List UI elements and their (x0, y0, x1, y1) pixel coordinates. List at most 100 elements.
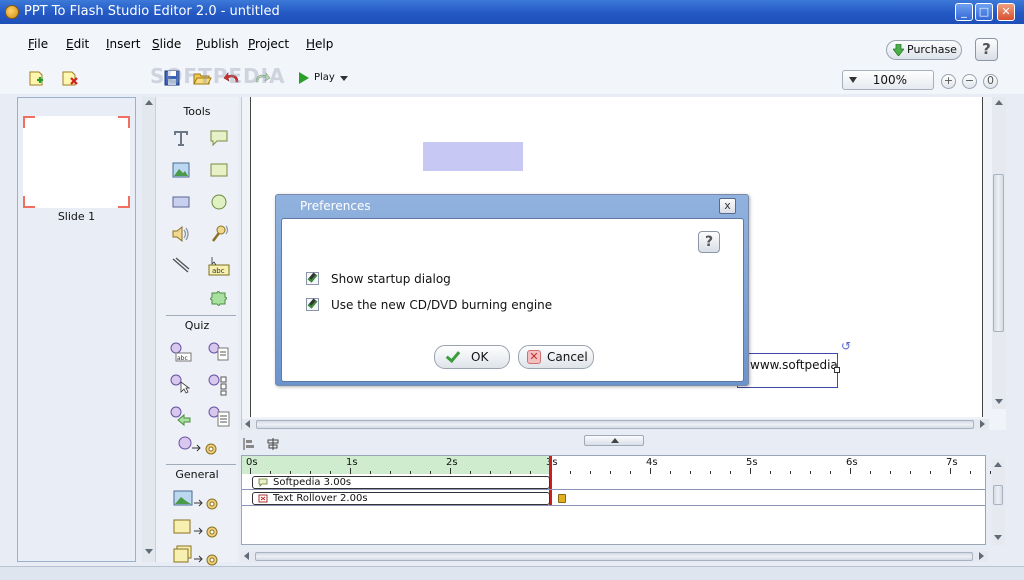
play-button[interactable]: Play (298, 69, 354, 87)
rectangle-shape[interactable] (423, 142, 523, 171)
close-button[interactable]: ✕ (997, 3, 1015, 21)
lock-icon[interactable] (558, 494, 566, 503)
menu-edit[interactable]: Edit (66, 37, 89, 51)
scroll-down-icon[interactable] (145, 549, 153, 554)
line-tool-icon[interactable] (170, 255, 192, 277)
menu-publish[interactable]: Publish (196, 37, 239, 51)
minimize-button[interactable]: _ (955, 3, 973, 21)
timeline-horizontal-scrollbar[interactable] (241, 551, 988, 562)
text-object[interactable]: www.softpedia.com (737, 353, 838, 388)
ruler-tick (950, 468, 951, 474)
delete-slide-icon[interactable] (60, 68, 80, 88)
quiz-click-icon[interactable] (170, 374, 192, 396)
image-tool-icon[interactable] (170, 159, 192, 181)
track-bar-softpedia[interactable]: Softpedia 3.00s (252, 476, 550, 489)
track-bar-text-rollover[interactable]: Text Rollover 2.00s (252, 492, 550, 505)
rotate-icon[interactable]: ↺ (841, 340, 853, 352)
scroll-down-icon[interactable] (994, 535, 1002, 540)
dialog-help-button[interactable]: ? (698, 231, 720, 253)
ellipse-tool-icon[interactable] (208, 191, 230, 213)
scroll-up-icon[interactable] (145, 100, 153, 105)
scroll-left-icon[interactable] (245, 420, 250, 428)
ruler-tick (810, 471, 811, 474)
quiz-essay-icon[interactable] (208, 406, 230, 428)
zoom-select[interactable]: 100% (842, 70, 934, 90)
ruler-tick (890, 471, 891, 474)
ruler-tick (930, 471, 931, 474)
chevron-up-icon (611, 438, 619, 443)
slide-settings-icon[interactable] (172, 517, 222, 539)
quiz-matching-icon[interactable] (208, 342, 230, 364)
startup-dialog-checkbox[interactable] (306, 272, 319, 285)
background-settings-icon[interactable] (172, 489, 222, 511)
scroll-right-icon[interactable] (979, 552, 984, 560)
timeline-ruler[interactable]: 0s1s2s3s4s5s6s7s (242, 456, 991, 474)
tools-scrollbar[interactable] (142, 97, 156, 562)
align-left-icon[interactable] (243, 438, 254, 450)
project-settings-icon[interactable] (172, 545, 222, 567)
zoom-out-button[interactable]: − (962, 74, 977, 89)
scroll-thumb[interactable] (256, 420, 974, 429)
menu-insert[interactable]: Insert (106, 37, 140, 51)
check-icon (445, 347, 461, 364)
quiz-drag-icon[interactable] (170, 406, 192, 428)
align-center-icon[interactable] (267, 438, 279, 450)
timeline-toggle-button[interactable] (584, 435, 644, 446)
ruler-tick (350, 468, 351, 474)
chevron-down-icon[interactable] (340, 76, 348, 81)
section-title-tools: Tools (183, 105, 211, 118)
rectangle-tool-icon[interactable] (170, 191, 192, 213)
text-tool-icon[interactable] (170, 127, 192, 149)
input-field-tool-icon[interactable]: abc (208, 255, 230, 277)
app-icon (5, 5, 19, 19)
zoom-in-button[interactable]: + (941, 74, 956, 89)
timeline-track[interactable]: Softpedia 3.00s (242, 475, 985, 490)
maximize-button[interactable]: □ (975, 3, 993, 21)
slide-thumbnail[interactable] (23, 116, 130, 208)
purchase-button[interactable]: Purchase (886, 40, 962, 60)
ok-button[interactable]: OK (434, 345, 510, 369)
play-label: Play (314, 72, 335, 83)
ruler-tick (290, 471, 291, 474)
ruler-tick (790, 471, 791, 474)
resize-handle[interactable] (834, 367, 840, 373)
frame-tool-icon[interactable] (208, 159, 230, 181)
menu-slide[interactable]: Slide (152, 37, 181, 51)
burning-engine-checkbox[interactable] (306, 298, 319, 311)
tick-label: 2s (446, 457, 458, 468)
scroll-left-icon[interactable] (244, 552, 249, 560)
section-title-general: General (175, 468, 219, 481)
scroll-thumb[interactable] (993, 485, 1003, 505)
scroll-right-icon[interactable] (980, 420, 985, 428)
ruler-tick (970, 471, 971, 474)
menu-project[interactable]: Project (248, 37, 289, 51)
menu-file[interactable]: File (28, 37, 48, 51)
callout-icon (258, 478, 268, 487)
scroll-thumb[interactable] (993, 174, 1004, 332)
help-button[interactable]: ? (975, 38, 998, 61)
scroll-down-icon[interactable] (995, 399, 1003, 404)
burning-engine-label: Use the new CD/DVD burning engine (331, 298, 553, 312)
ruler-tick (410, 471, 411, 474)
dialog-close-button[interactable]: x (719, 198, 736, 214)
quiz-fill-blank-icon[interactable]: abc (170, 342, 192, 364)
ruler-tick (650, 468, 651, 474)
canvas-vertical-scrollbar[interactable] (992, 97, 1006, 409)
timeline-vertical-scrollbar[interactable] (992, 459, 1005, 545)
zoom-reset-button[interactable]: 0 (983, 74, 998, 89)
callout-tool-icon[interactable] (208, 127, 230, 149)
menu-help[interactable]: Help (306, 37, 333, 51)
ruler-tick (730, 471, 731, 474)
cancel-button[interactable]: ✕ Cancel (518, 345, 594, 369)
quiz-settings-icon[interactable] (178, 435, 222, 457)
scroll-up-icon[interactable] (994, 462, 1002, 467)
new-slide-icon[interactable] (27, 68, 47, 88)
puzzle-tool-icon[interactable] (208, 287, 230, 309)
canvas-horizontal-scrollbar[interactable] (242, 419, 989, 430)
scroll-thumb[interactable] (255, 552, 973, 561)
quiz-multiple-choice-icon[interactable] (208, 374, 230, 396)
sound-tool-icon[interactable] (170, 223, 192, 245)
timeline-track[interactable]: Text Rollover 2.00s (242, 491, 985, 506)
scroll-up-icon[interactable] (995, 100, 1003, 105)
microphone-tool-icon[interactable] (208, 223, 230, 245)
